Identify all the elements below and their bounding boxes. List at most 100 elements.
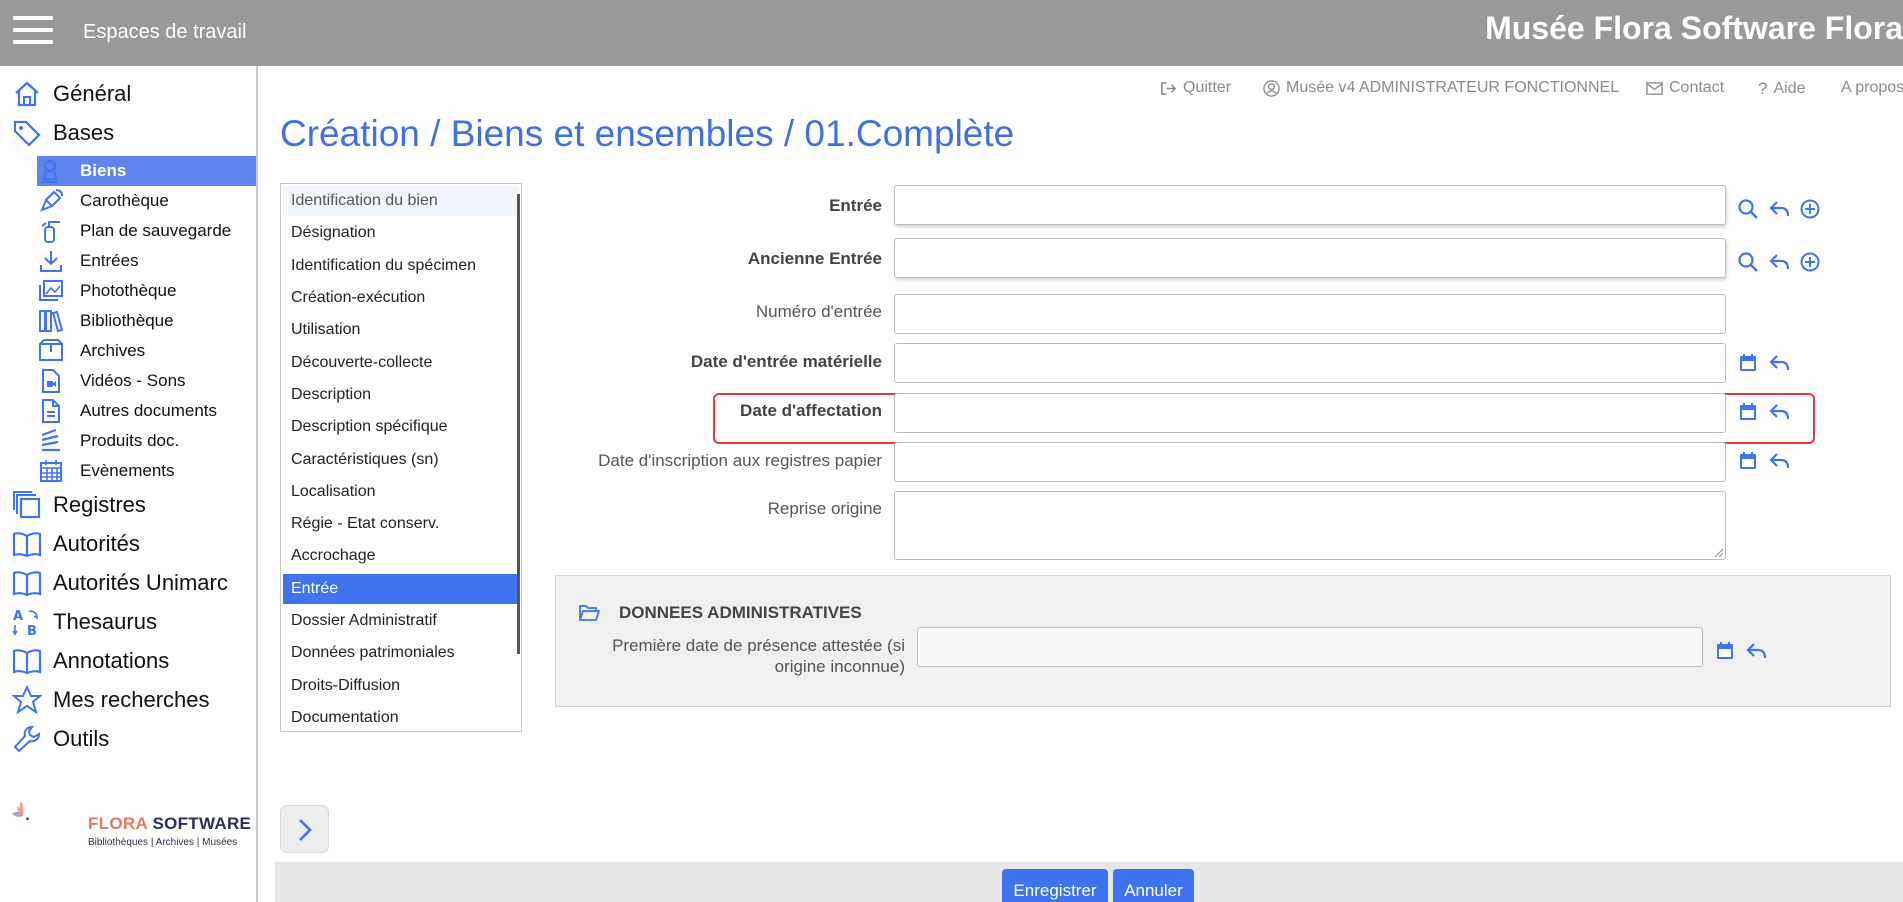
date-inscription-field[interactable]: [894, 442, 1726, 482]
user-link[interactable]: Musée v4 ADMINISTRATEUR FONCTIONNEL: [1263, 79, 1619, 97]
reply-icon[interactable]: [1768, 198, 1790, 220]
reprise-origine-textarea[interactable]: [894, 491, 1726, 560]
sidebar-item-videos-sons[interactable]: Vidéos - Sons: [37, 366, 256, 396]
section-item-droits-diffusion[interactable]: Droits-Diffusion: [283, 671, 519, 701]
save-button[interactable]: Enregistrer: [1002, 869, 1108, 902]
calendar-icon[interactable]: [1737, 401, 1759, 423]
sidebar-item-mes-recherches[interactable]: Mes recherches: [0, 682, 256, 718]
page-title: Création / Biens et ensembles / 01.Compl…: [280, 113, 1015, 154]
sidebar-item-autorites[interactable]: Autorités: [0, 526, 256, 562]
sidebar-item-label: Outils: [53, 726, 110, 751]
next-section-button[interactable]: [280, 805, 329, 853]
app-title: Musée Flora Software Flora: [1485, 10, 1903, 46]
section-item-decouverte-collecte[interactable]: Découverte-collecte: [283, 348, 519, 378]
user-label: Musée v4 ADMINISTRATEUR FONCTIONNEL: [1286, 79, 1620, 96]
section-item-creation-execution[interactable]: Création-exécution: [283, 283, 519, 313]
chevron-right-icon: [299, 819, 312, 841]
sidebar-item-label: Autorités Unimarc: [53, 570, 228, 595]
section-item-description[interactable]: Description: [283, 380, 519, 410]
section-item-identification-du-specimen[interactable]: Identification du spécimen: [283, 251, 519, 281]
reply-icon[interactable]: [1768, 401, 1790, 423]
sidebar-item-archives[interactable]: Archives: [37, 336, 256, 366]
section-item-description-specifique[interactable]: Description spécifique: [283, 412, 519, 442]
entree-field[interactable]: [894, 185, 1726, 225]
about-label: A propos: [1841, 79, 1903, 96]
search-icon[interactable]: [1737, 251, 1759, 273]
sidebar-item-label: Annotations: [53, 648, 170, 673]
thesaurus-icon: AB: [12, 609, 38, 637]
sidebar-item-biens[interactable]: Biens: [37, 156, 256, 186]
section-list-scrollbar[interactable]: [517, 194, 520, 654]
quit-link[interactable]: Quitter: [1160, 79, 1231, 97]
calendar-icon[interactable]: [1714, 640, 1736, 662]
resize-handle-icon[interactable]: [1713, 547, 1723, 557]
sidebar-item-outils[interactable]: Outils: [0, 721, 256, 757]
add-circle-icon[interactable]: [1799, 251, 1821, 273]
sidebar-item-label: Vidéos - Sons: [80, 371, 186, 390]
calendar-icon[interactable]: [1737, 450, 1759, 472]
sidebar-item-bibliotheque[interactable]: Bibliothèque: [37, 306, 256, 336]
sidebar-item-autorites-unimarc[interactable]: Autorités Unimarc: [0, 565, 256, 601]
top-bar: Espaces de travail Musée Flora Software …: [0, 0, 1903, 66]
workspaces-link[interactable]: Espaces de travail: [83, 21, 246, 44]
section-item-identification-du-bien[interactable]: Identification du bien: [283, 186, 519, 216]
ancienne-entree-field[interactable]: [894, 238, 1726, 278]
reply-icon[interactable]: [1745, 640, 1767, 662]
numero-entree-field[interactable]: [894, 294, 1726, 334]
statue-icon: [42, 160, 58, 183]
images-icon: [39, 280, 63, 301]
section-item-localisation[interactable]: Localisation: [283, 477, 519, 507]
sidebar-item-label: Plan de sauvegarde: [80, 221, 232, 240]
date-affectation-field[interactable]: [894, 393, 1726, 433]
contact-link[interactable]: Contact: [1646, 79, 1724, 97]
reply-icon[interactable]: [1768, 450, 1790, 472]
help-link[interactable]: ? Aide: [1758, 79, 1806, 99]
sidebar-item-label: Entrées: [80, 251, 139, 270]
section-item-caracteristiques[interactable]: Caractéristiques (sn): [283, 445, 519, 475]
sidebar-item-produits-doc[interactable]: Produits doc.: [37, 426, 256, 456]
sidebar-item-phototheque[interactable]: Photothèque: [37, 276, 256, 306]
cancel-button[interactable]: Annuler: [1113, 869, 1194, 902]
search-icon[interactable]: [1737, 198, 1759, 220]
box-icon: [39, 339, 63, 361]
sidebar-item-annotations[interactable]: Annotations: [0, 643, 256, 679]
sidebar-item-plan-de-sauvegarde[interactable]: Plan de sauvegarde: [37, 216, 256, 246]
section-item-utilisation[interactable]: Utilisation: [283, 315, 519, 345]
sidebar-item-label: Registres: [53, 492, 146, 517]
logout-icon: [1161, 81, 1177, 95]
calendar-icon[interactable]: [1737, 352, 1759, 374]
book-open-icon: [12, 532, 42, 558]
premiere-date-label: Première date de présence attestée (si o…: [612, 636, 905, 676]
download-icon: [40, 251, 62, 272]
sidebar-item-label: Bibliothèque: [80, 311, 174, 330]
premiere-date-field[interactable]: [917, 627, 1703, 667]
reply-icon[interactable]: [1768, 352, 1790, 374]
logo-tagline: Bibliothèques | Archives | Musées: [88, 837, 238, 848]
sidebar-item-autres-documents[interactable]: Autres documents: [37, 396, 256, 426]
section-item-dossier-administratif[interactable]: Dossier Administratif: [283, 606, 519, 636]
add-circle-icon[interactable]: [1799, 198, 1821, 220]
video-file-icon: [42, 369, 60, 393]
stack-icon: [41, 428, 60, 452]
sidebar-item-entrees[interactable]: Entrées: [37, 246, 256, 276]
sidebar-item-bases[interactable]: Bases: [0, 115, 256, 151]
sidebar-item-registres[interactable]: Registres: [0, 487, 256, 523]
sidebar-item-label: Archives: [80, 341, 146, 360]
pen-icon: [40, 189, 63, 212]
hamburger-icon[interactable]: [13, 14, 53, 46]
section-item-entree[interactable]: Entrée: [283, 574, 519, 604]
section-item-accrochage[interactable]: Accrochage: [283, 541, 519, 571]
sidebar-item-evenements[interactable]: Evènements: [37, 456, 256, 486]
section-item-documentation[interactable]: Documentation: [283, 703, 519, 731]
section-item-donnees-patrimoniales[interactable]: Données patrimoniales: [283, 638, 519, 668]
sidebar-item-general[interactable]: Général: [0, 76, 256, 112]
ancienne-entree-label: Ancienne Entrée: [747, 249, 882, 268]
section-item-regie-etat-conserv[interactable]: Régie - Etat conserv.: [283, 509, 519, 539]
sidebar-item-carotheque[interactable]: Carothèque: [37, 186, 256, 216]
sidebar-item-thesaurus[interactable]: AB Thesaurus: [0, 604, 256, 640]
date-entree-materielle-field[interactable]: [894, 343, 1726, 383]
reply-icon[interactable]: [1768, 251, 1790, 273]
about-link[interactable]: A propos: [1841, 79, 1903, 97]
section-item-designation[interactable]: Désignation: [283, 218, 519, 248]
book-open-icon: [12, 649, 42, 675]
